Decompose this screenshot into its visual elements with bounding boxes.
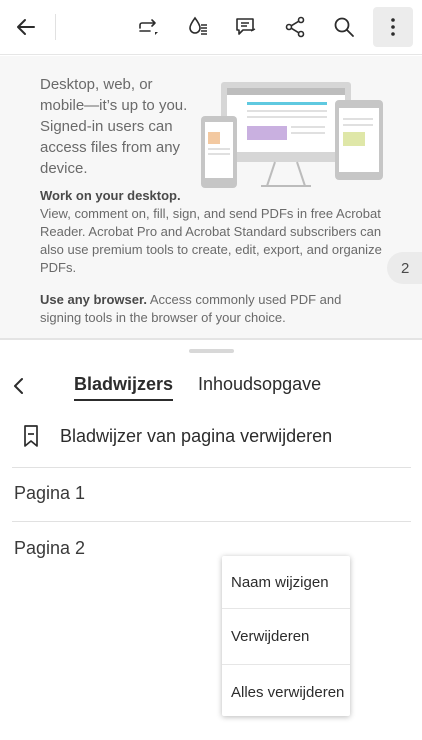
document-divider: [0, 338, 422, 340]
share-button[interactable]: [275, 7, 315, 47]
comment-icon: [236, 18, 256, 35]
fill-sign-button[interactable]: [178, 7, 218, 47]
menu-divider: [222, 664, 350, 665]
share-icon: [285, 16, 305, 38]
menu-divider: [222, 608, 350, 609]
more-vertical-icon: [391, 18, 395, 36]
menu-item-rename[interactable]: Naam wijzigen: [222, 556, 350, 608]
bookmark-item-1[interactable]: Pagina 1: [14, 483, 85, 504]
toolbar-divider: [55, 14, 56, 40]
remove-page-bookmark-button[interactable]: Bladwijzer van pagina verwijderen: [0, 418, 422, 456]
comment-button[interactable]: [226, 7, 266, 47]
doc-section-desktop: Work on your desktop. View, comment on, …: [40, 187, 385, 277]
menu-item-delete-all[interactable]: Alles verwijderen: [222, 666, 350, 718]
remove-page-bookmark-label: Bladwijzer van pagina verwijderen: [60, 426, 333, 446]
fill-sign-icon: [189, 16, 207, 35]
list-divider: [12, 521, 411, 522]
back-button[interactable]: [6, 7, 46, 47]
more-options-button[interactable]: [373, 7, 413, 47]
list-divider: [12, 467, 411, 468]
document-view[interactable]: Desktop, web, or mobile—it’s up to you. …: [0, 56, 422, 338]
bookmark-context-menu: Naam wijzigen Verwijderen Alles verwijde…: [222, 556, 350, 716]
menu-item-delete[interactable]: Verwijderen: [222, 610, 350, 662]
devices-illustration: [201, 82, 383, 188]
doc-section-desktop-body: View, comment on, fill, sign, and send P…: [40, 206, 382, 275]
top-toolbar: [0, 0, 422, 55]
bookmark-item-2[interactable]: Pagina 2: [14, 538, 85, 559]
doc-lead-text: Desktop, web, or mobile—it’s up to you. …: [40, 76, 188, 177]
bookmark-icon: [24, 425, 38, 447]
page-number-badge: 2: [387, 252, 422, 284]
redo-share-button[interactable]: [128, 7, 168, 47]
sheet-drag-handle[interactable]: [189, 349, 234, 353]
doc-section-browser-heading: Use any browser.: [40, 292, 147, 307]
back-arrow-icon: [17, 19, 35, 35]
redo-share-icon: [139, 19, 158, 35]
chevron-left-icon: [14, 378, 23, 394]
tab-table-of-contents[interactable]: Inhoudsopgave: [198, 374, 321, 395]
panel-back-button[interactable]: [5, 372, 33, 400]
search-button[interactable]: [324, 7, 364, 47]
search-icon: [334, 17, 354, 37]
doc-section-desktop-heading: Work on your desktop.: [40, 188, 181, 203]
doc-section-browser: Use any browser. Access commonly used PD…: [40, 291, 385, 327]
tab-bookmarks[interactable]: Bladwijzers: [74, 374, 174, 401]
